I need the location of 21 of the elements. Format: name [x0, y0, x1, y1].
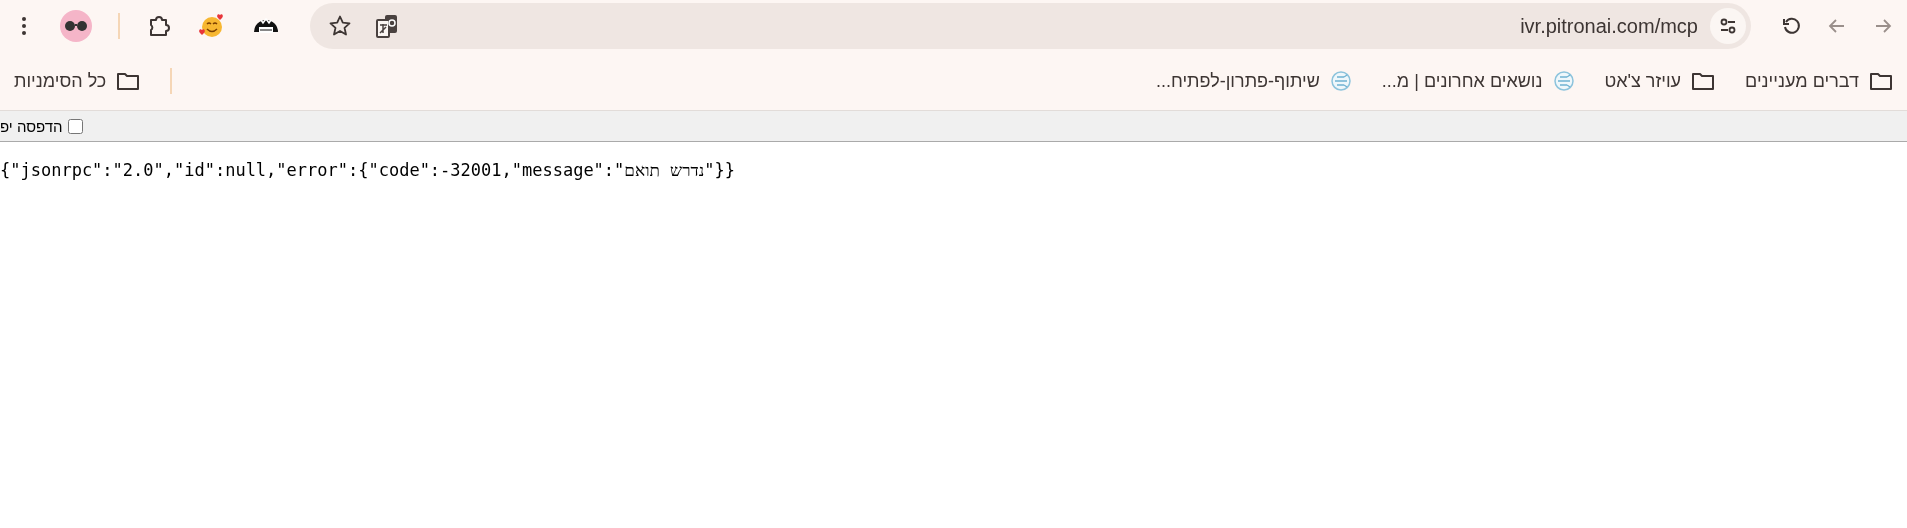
- circuit-icon: [1329, 70, 1352, 92]
- folder-icon: [1691, 71, 1716, 91]
- all-bookmarks-folder[interactable]: כל הסימניות: [14, 70, 141, 92]
- url-text: ivr.pitronai.com/mcp: [1520, 14, 1698, 38]
- reload-icon[interactable]: [1781, 16, 1801, 36]
- folder-icon: [1869, 71, 1893, 91]
- bookmark-folder[interactable]: דברים מעניינים: [1745, 70, 1893, 92]
- bookmark-folder[interactable]: עויזר צ'אט: [1604, 70, 1716, 92]
- pretty-print-label: הדפסה יפ: [0, 117, 63, 135]
- profile-avatar[interactable]: [60, 10, 92, 42]
- json-response-text: {"jsonrpc":"2.0","id":null,"error":{"code":-32001,"message":"נדרש תואם"}}: [0, 159, 736, 181]
- bookmark-link[interactable]: נושאים אחרונים | מ...: [1381, 70, 1575, 92]
- pretty-print-checkbox[interactable]: [67, 118, 83, 134]
- circuit-icon: [1552, 70, 1575, 92]
- address-bar[interactable]: ivr.pitronai.com/mcp: [310, 3, 1751, 49]
- star-icon[interactable]: [328, 14, 352, 38]
- folder-icon: [116, 71, 141, 91]
- translate-icon[interactable]: [374, 13, 400, 39]
- site-settings-icon[interactable]: [1710, 8, 1746, 44]
- bookmark-link[interactable]: שיתוף-פתרון-לפתיח...: [1155, 70, 1352, 92]
- smiling-face-icon[interactable]: [198, 12, 226, 40]
